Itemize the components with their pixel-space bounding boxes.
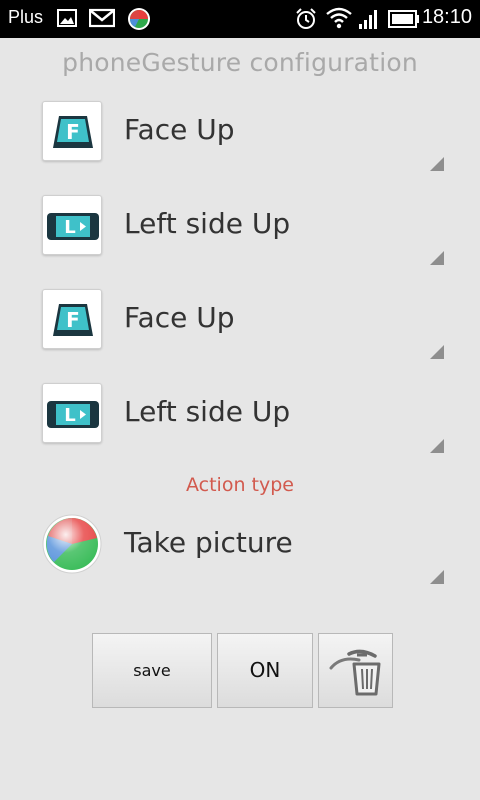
- clock: 18:10: [421, 6, 472, 28]
- app-orb-icon: [127, 7, 151, 35]
- face-up-icon-letter: F: [66, 120, 80, 144]
- gesture-spinner-3[interactable]: F Face Up: [40, 289, 446, 359]
- gesture-spinner-2[interactable]: L Left side Up: [40, 195, 446, 265]
- delete-button[interactable]: [318, 633, 393, 708]
- status-bar: Plus 18:10: [0, 0, 480, 38]
- image-icon: [57, 8, 77, 32]
- carrier-label: Plus: [8, 7, 44, 27]
- action-type-label: Action type: [186, 474, 294, 496]
- camera-orb-icon: [42, 514, 102, 574]
- left-side-up-icon: L: [42, 383, 102, 443]
- left-side-up-icon: L: [42, 195, 102, 255]
- wifi-icon: [326, 7, 352, 33]
- battery-icon: [388, 10, 420, 32]
- gesture-label: Face Up: [124, 113, 235, 146]
- dropdown-arrow-icon: [430, 345, 444, 359]
- on-toggle-button[interactable]: ON: [217, 633, 313, 708]
- gesture-label: Left side Up: [124, 207, 291, 240]
- save-button[interactable]: save: [92, 633, 212, 708]
- gesture-label: Face Up: [124, 301, 235, 334]
- gmail-icon: [88, 8, 116, 32]
- signal-icon: [358, 8, 380, 34]
- page-title: phoneGesture configuration: [62, 48, 418, 77]
- gesture-spinner-4[interactable]: L Left side Up: [40, 383, 446, 453]
- face-up-icon: F: [42, 289, 102, 349]
- action-label: Take picture: [124, 526, 293, 559]
- dropdown-arrow-icon: [430, 157, 444, 171]
- dropdown-arrow-icon: [430, 570, 444, 584]
- left-side-up-icon-letter: L: [64, 405, 75, 426]
- left-side-up-icon-letter: L: [64, 217, 75, 238]
- face-up-icon: F: [42, 101, 102, 161]
- gesture-spinner-1[interactable]: F Face Up: [40, 101, 446, 171]
- dropdown-arrow-icon: [430, 439, 444, 453]
- alarm-icon: [294, 7, 318, 35]
- dropdown-arrow-icon: [430, 251, 444, 265]
- gesture-label: Left side Up: [124, 395, 291, 428]
- action-spinner[interactable]: Take picture: [40, 514, 446, 584]
- face-up-icon-letter: F: [66, 308, 80, 332]
